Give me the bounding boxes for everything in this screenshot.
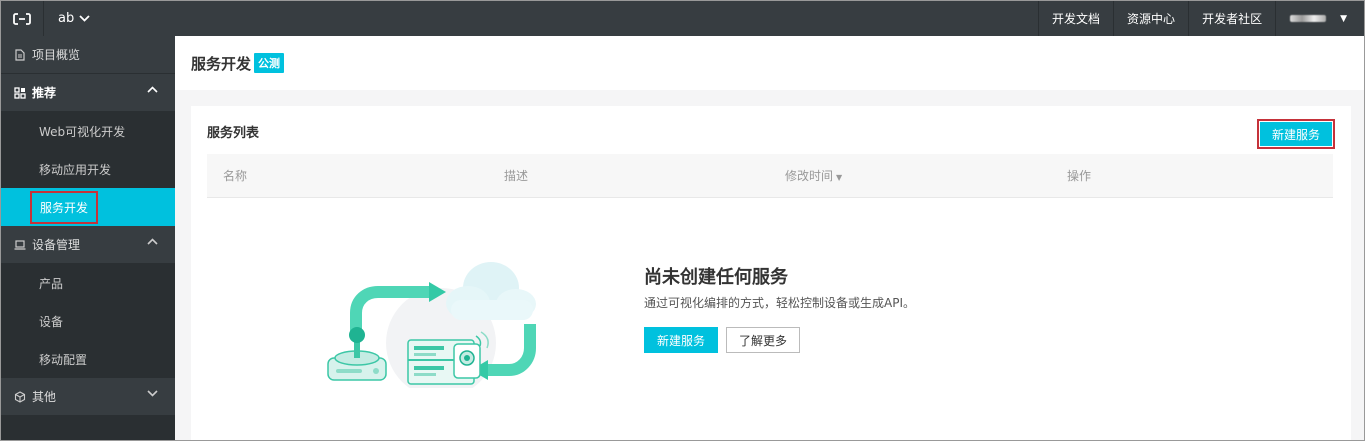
sidebar: 项目概览 推荐 Web可视化开发 移动应用开发 服务开发 设备管理 产品 设备 … [0,36,175,441]
sidebar-item-overview[interactable]: 项目概览 [0,36,175,74]
chevron-up-icon [147,86,158,93]
sidebar-item-device[interactable]: 设备 [0,302,175,340]
sidebar-item-label: 移动应用开发 [39,162,112,177]
caret-down-icon: ▼ [1340,13,1347,24]
sidebar-item-label: 项目概览 [32,48,81,62]
sidebar-item-product[interactable]: 产品 [0,264,175,302]
sort-caret-icon: ▼ [836,173,843,182]
empty-state-illustration [327,262,536,388]
sidebar-item-mobile-config[interactable]: 移动配置 [0,340,175,378]
user-menu[interactable]: ▼ [1275,1,1365,36]
sidebar-group-other[interactable]: 其他 [0,378,175,416]
cloud-icon [446,262,536,320]
cloud-logo-icon [12,12,31,25]
sidebar-group-device-mgmt[interactable]: 设备管理 [0,226,175,264]
resource-center-link[interactable]: 资源中心 [1113,1,1188,36]
sidebar-item-mobile-dev[interactable]: 移动应用开发 [0,150,175,188]
main-content: 服务开发 公测 服务列表 新建服务 名称 描述 修改时间 ▼ 操作 尚未创建任何… [175,36,1365,441]
page-title: 服务开发 [191,54,252,73]
column-actions: 操作 [1067,169,1092,183]
sidebar-group-label: 推荐 [32,86,57,100]
top-bar: ab 开发文档 资源中心 开发者社区 ▼ [0,0,1365,36]
page-header: 服务开发 公测 [175,36,1365,90]
dev-docs-link[interactable]: 开发文档 [1038,1,1113,36]
logo[interactable] [0,1,44,36]
sidebar-group-label: 设备管理 [32,238,81,252]
new-service-button[interactable]: 新建服务 [1259,122,1332,146]
sidebar-item-web-dev[interactable]: Web可视化开发 [0,112,175,150]
service-list-card: 服务列表 新建服务 名称 描述 修改时间 ▼ 操作 尚未创建任何服务 通过可视化… [191,106,1351,441]
column-modified-time[interactable]: 修改时间 ▼ [785,167,842,184]
doc-icon [14,48,26,61]
sidebar-item-label: 服务开发 [30,190,99,224]
chevron-down-icon [147,390,158,397]
service-list-title: 服务列表 [207,126,260,141]
empty-state-actions: 新建服务 了解更多 [644,327,801,353]
create-service-button[interactable]: 新建服务 [644,327,719,353]
chevron-up-icon [147,238,158,245]
column-description: 描述 [504,169,529,183]
sidebar-item-label: Web可视化开发 [39,124,126,139]
project-switcher[interactable]: ab [44,1,104,36]
empty-state-title: 尚未创建任何服务 [644,267,788,288]
table-header: 名称 描述 修改时间 ▼ 操作 [207,154,1333,198]
cube-icon [14,390,26,403]
beta-badge: 公测 [254,53,285,73]
learn-more-button[interactable]: 了解更多 [726,327,801,353]
grid-icon [14,86,26,99]
sidebar-item-label: 产品 [39,276,64,291]
sidebar-group-recommend[interactable]: 推荐 [0,74,175,112]
sidebar-item-label: 移动配置 [39,352,88,367]
chevron-down-icon [79,15,90,22]
avatar [1290,15,1327,22]
dev-community-link[interactable]: 开发者社区 [1188,1,1275,36]
new-service-button-highlight: 新建服务 [1256,119,1335,149]
sidebar-item-label: 设备 [39,314,64,329]
project-name: ab [58,11,75,26]
device-icon [14,239,26,251]
sidebar-item-service-dev[interactable]: 服务开发 [0,188,175,226]
column-name: 名称 [223,169,248,183]
empty-state-description: 通过可视化编排的方式，轻松控制设备或生成API。 [644,296,915,310]
joystick-device-icon [327,327,387,381]
column-modified-time-label: 修改时间 [785,169,834,183]
sidebar-group-label: 其他 [32,390,57,404]
